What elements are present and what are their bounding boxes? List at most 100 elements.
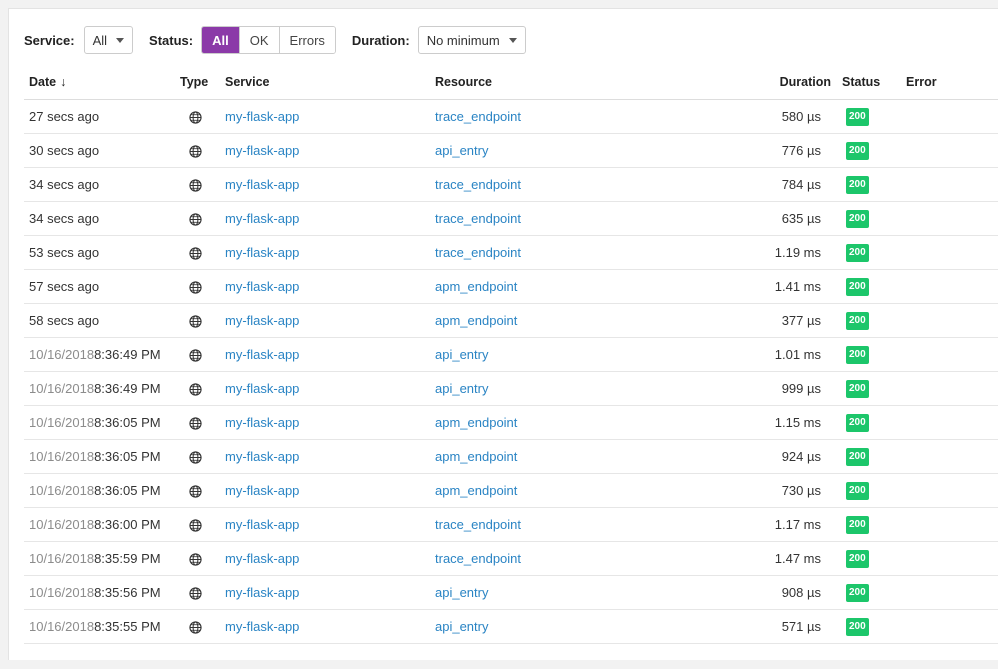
status-cell: 200	[831, 303, 896, 338]
duration-cell: 1.19 ms	[760, 235, 831, 270]
status-cell: 200	[831, 405, 896, 440]
globe-icon	[189, 178, 202, 192]
resource-link[interactable]: trace_endpoint	[435, 517, 521, 532]
resource-cell: apm_endpoint	[430, 473, 760, 508]
resource-link[interactable]: trace_endpoint	[435, 109, 521, 124]
resource-link[interactable]: apm_endpoint	[435, 279, 517, 294]
table-row[interactable]: 27 secs ago my-flask-app trace_endpoint …	[24, 99, 998, 134]
table-row[interactable]: 10/16/20188:36:49 PM my-flask-app api_en…	[24, 371, 998, 406]
service-link[interactable]: my-flask-app	[225, 177, 299, 192]
resource-cell: trace_endpoint	[430, 541, 760, 576]
status-badge: 200	[846, 277, 869, 296]
date-text: 58 secs ago	[29, 312, 100, 328]
status-badge: 200	[846, 447, 869, 466]
column-header-service[interactable]: Service	[220, 65, 430, 100]
table-row[interactable]: 53 secs ago my-flask-app trace_endpoint …	[24, 235, 998, 270]
service-cell: my-flask-app	[220, 541, 430, 576]
service-cell: my-flask-app	[220, 269, 430, 304]
resource-link[interactable]: apm_endpoint	[435, 313, 517, 328]
status-cell: 200	[831, 575, 896, 610]
globe-icon	[189, 416, 202, 430]
resource-link[interactable]: api_entry	[435, 143, 488, 158]
column-header-duration[interactable]: Duration	[760, 65, 831, 100]
date-cell: 58 secs ago	[24, 303, 175, 338]
type-cell	[175, 473, 220, 508]
service-link[interactable]: my-flask-app	[225, 313, 299, 328]
service-link[interactable]: my-flask-app	[225, 517, 299, 532]
service-link[interactable]: my-flask-app	[225, 585, 299, 600]
service-link[interactable]: my-flask-app	[225, 415, 299, 430]
resource-link[interactable]: apm_endpoint	[435, 449, 517, 464]
date-cell: 53 secs ago	[24, 235, 175, 270]
duration-cell: 776 µs	[760, 133, 831, 168]
table-row[interactable]: 57 secs ago my-flask-app apm_endpoint 1.…	[24, 269, 998, 304]
date-prefix: 10/16/2018	[29, 584, 95, 600]
date-text: 8:36:05 PM	[94, 482, 161, 498]
error-cell	[896, 269, 998, 304]
service-link[interactable]: my-flask-app	[225, 279, 299, 294]
resource-cell: apm_endpoint	[430, 269, 760, 304]
service-cell: my-flask-app	[220, 439, 430, 474]
status-ok-button[interactable]: OK	[238, 27, 279, 53]
table-row[interactable]: 10/16/20188:36:05 PM my-flask-app apm_en…	[24, 405, 998, 440]
table-row[interactable]: 30 secs ago my-flask-app api_entry 776 µ…	[24, 133, 998, 168]
table-row[interactable]: 58 secs ago my-flask-app apm_endpoint 37…	[24, 303, 998, 338]
resource-link[interactable]: trace_endpoint	[435, 211, 521, 226]
resource-link[interactable]: trace_endpoint	[435, 245, 521, 260]
service-link[interactable]: my-flask-app	[225, 483, 299, 498]
column-header-date[interactable]: Date ↓	[24, 65, 175, 100]
date-text: 8:35:59 PM	[94, 550, 161, 566]
date-text: 57 secs ago	[29, 278, 100, 294]
resource-link[interactable]: api_entry	[435, 619, 488, 634]
status-toggle-group: All OK Errors	[201, 26, 336, 54]
column-header-status[interactable]: Status	[831, 65, 896, 100]
service-link[interactable]: my-flask-app	[225, 109, 299, 124]
resource-link[interactable]: apm_endpoint	[435, 483, 517, 498]
table-row[interactable]: 10/16/20188:36:05 PM my-flask-app apm_en…	[24, 439, 998, 474]
column-header-error[interactable]: Error	[896, 65, 998, 100]
status-errors-button[interactable]: Errors	[278, 27, 335, 53]
table-row[interactable]: 10/16/20188:36:00 PM my-flask-app trace_…	[24, 507, 998, 542]
service-link[interactable]: my-flask-app	[225, 381, 299, 396]
table-row[interactable]: 10/16/20188:36:05 PM my-flask-app apm_en…	[24, 473, 998, 508]
status-cell: 200	[831, 541, 896, 576]
table-row[interactable]: 10/16/20188:36:49 PM my-flask-app api_en…	[24, 337, 998, 372]
table-row[interactable]: 10/16/20188:35:55 PM my-flask-app api_en…	[24, 609, 998, 644]
service-link[interactable]: my-flask-app	[225, 551, 299, 566]
service-link[interactable]: my-flask-app	[225, 449, 299, 464]
table-row[interactable]: 34 secs ago my-flask-app trace_endpoint …	[24, 201, 998, 236]
status-badge: 200	[846, 549, 869, 568]
table-row[interactable]: 10/16/20188:35:56 PM my-flask-app api_en…	[24, 575, 998, 610]
status-badge: 200	[846, 141, 869, 160]
service-dropdown[interactable]: All	[83, 26, 134, 54]
duration-cell: 1.41 ms	[760, 269, 831, 304]
error-cell	[896, 303, 998, 338]
error-cell	[896, 609, 998, 644]
column-header-resource[interactable]: Resource	[430, 65, 760, 100]
date-prefix: 10/16/2018	[29, 482, 95, 498]
error-cell	[896, 405, 998, 440]
duration-cell: 908 µs	[760, 575, 831, 610]
service-link[interactable]: my-flask-app	[225, 347, 299, 362]
status-cell: 200	[831, 337, 896, 372]
status-all-button[interactable]: All	[202, 27, 239, 53]
service-link[interactable]: my-flask-app	[225, 619, 299, 634]
error-cell	[896, 473, 998, 508]
sort-desc-icon: ↓	[60, 74, 67, 89]
error-cell	[896, 201, 998, 236]
table-row[interactable]: 10/16/20188:35:59 PM my-flask-app trace_…	[24, 541, 998, 576]
status-badge: 200	[846, 379, 869, 398]
globe-icon	[189, 620, 202, 634]
resource-link[interactable]: trace_endpoint	[435, 177, 521, 192]
resource-link[interactable]: api_entry	[435, 347, 488, 362]
service-link[interactable]: my-flask-app	[225, 211, 299, 226]
service-link[interactable]: my-flask-app	[225, 143, 299, 158]
table-row[interactable]: 34 secs ago my-flask-app trace_endpoint …	[24, 167, 998, 202]
resource-link[interactable]: api_entry	[435, 381, 488, 396]
service-link[interactable]: my-flask-app	[225, 245, 299, 260]
duration-dropdown[interactable]: No minimum	[417, 26, 526, 54]
resource-link[interactable]: api_entry	[435, 585, 488, 600]
resource-link[interactable]: trace_endpoint	[435, 551, 521, 566]
resource-link[interactable]: apm_endpoint	[435, 415, 517, 430]
status-badge: 200	[846, 345, 869, 364]
